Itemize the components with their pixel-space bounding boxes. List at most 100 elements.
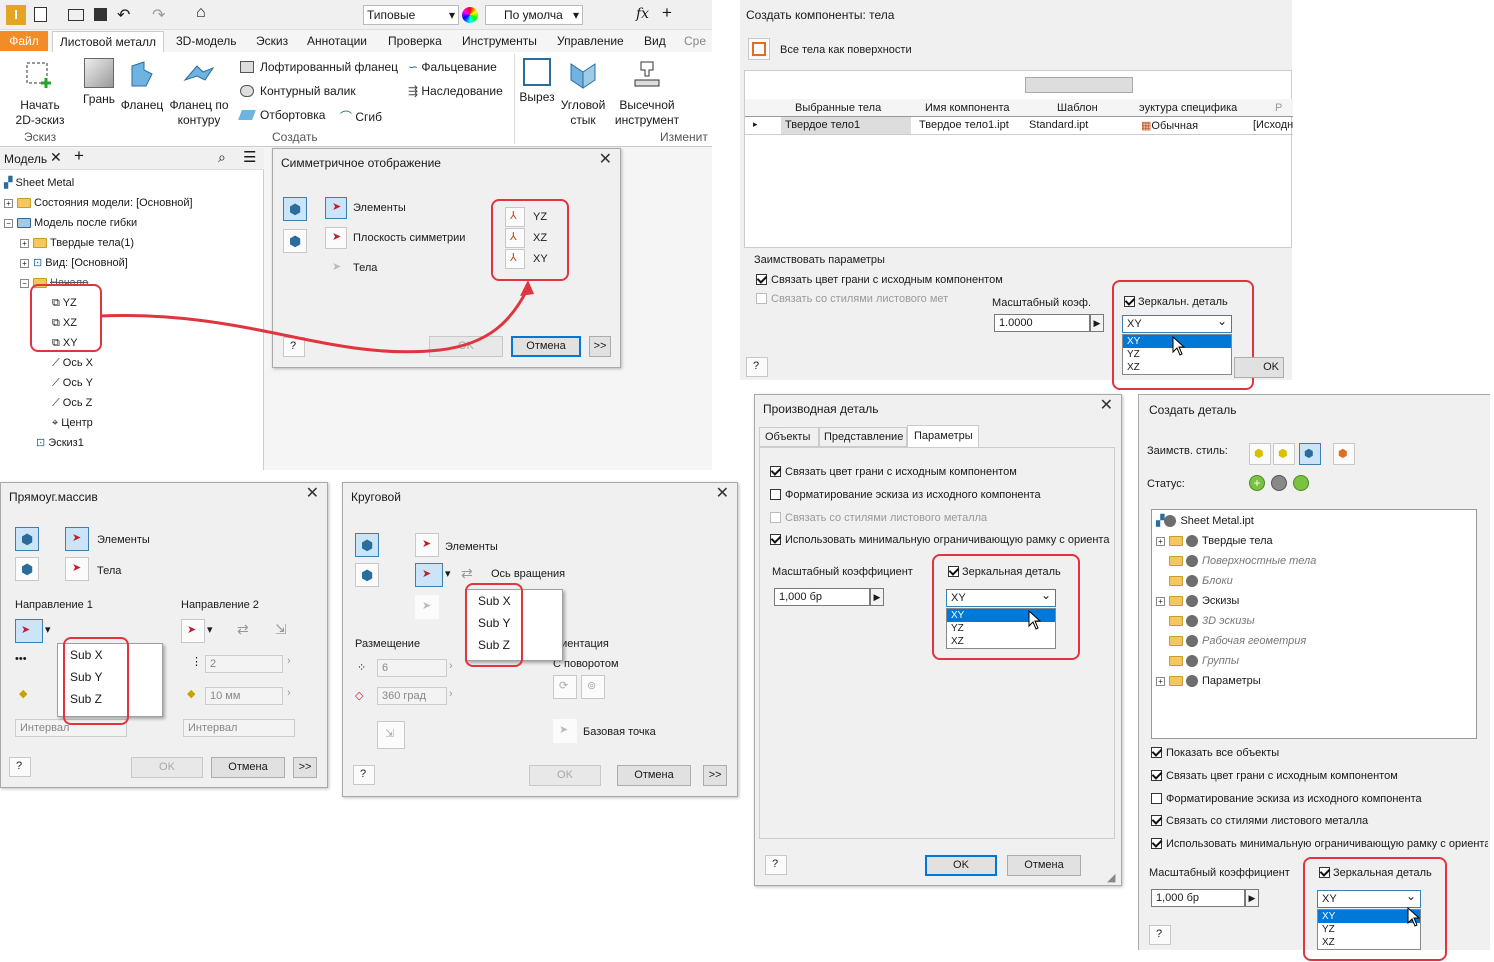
ribbon-tab-manage[interactable]: Управление	[557, 34, 624, 48]
tree-item-blocks[interactable]: Блоки	[1169, 572, 1233, 590]
pattern-features-mode[interactable]: ⬢	[355, 533, 379, 557]
tab-parameters[interactable]: Параметры	[907, 425, 979, 448]
spacing2-arrow-icon[interactable]: ›	[287, 687, 291, 699]
tree-item-solid-bodies[interactable]: + Твердые тела	[1156, 532, 1273, 550]
link-face-color-checkbox[interactable]	[770, 466, 781, 477]
open-folder-icon[interactable]	[68, 9, 84, 21]
expand-icon[interactable]: +	[4, 198, 13, 208]
resize-grip-icon[interactable]: ◢	[1107, 871, 1115, 884]
cell-template[interactable]: Standard.ipt	[1025, 117, 1133, 133]
scale-arrow-button[interactable]: ▶	[1090, 314, 1104, 332]
punch-tool-button[interactable]: Высечной инструмент	[612, 58, 682, 128]
cancel-button[interactable]: Отмена	[211, 757, 285, 778]
direction1-selector[interactable]: ➤	[15, 619, 43, 643]
bend-button[interactable]: ⌒ Сгиб	[340, 108, 382, 125]
status-mixed-icon[interactable]	[1293, 475, 1309, 491]
min-bounding-box-checkbox[interactable]	[1151, 838, 1162, 849]
scale-input[interactable]: 1,000 бр	[1151, 889, 1245, 907]
browser-item-center-point[interactable]: ⌖ Центр	[52, 414, 93, 432]
ok-button[interactable]: OK	[1234, 357, 1284, 378]
all-bodies-surfaces-button[interactable]	[748, 38, 770, 60]
cell-body[interactable]: Твердое тело1	[781, 117, 911, 134]
corner-seam-button[interactable]: Угловой стык	[558, 58, 608, 128]
close-icon[interactable]: ✕	[1100, 398, 1113, 414]
bodies-selector[interactable]: ➤	[325, 257, 347, 279]
expand-icon[interactable]: +	[20, 258, 29, 268]
fold-button[interactable]: ∽ Фальцевание	[408, 60, 497, 74]
ribbon-tab-sheet-metal[interactable]: Листовой металл	[52, 31, 164, 52]
tree-item-surface-bodies[interactable]: Поверхностные тела	[1169, 552, 1316, 570]
hem-button[interactable]: Отбортовка	[238, 108, 325, 122]
cancel-button[interactable]: Отмена	[511, 336, 581, 357]
browser-item-sketch1[interactable]: ⊡ Эскиз1	[36, 434, 84, 452]
add-tab-icon[interactable]: +	[74, 146, 84, 166]
browser-item-axis-x[interactable]: ⟋ Ось X	[52, 354, 93, 372]
cancel-button[interactable]: Отмена	[1007, 855, 1081, 876]
status-include-icon[interactable]: +	[1249, 475, 1265, 491]
features-selector[interactable]: ➤	[65, 527, 89, 551]
midplane-button[interactable]: ⇲	[377, 721, 405, 749]
browser-tab-model[interactable]: Модель	[4, 152, 47, 166]
mirror-bodies-mode[interactable]: ⬢	[283, 229, 307, 253]
ok-button[interactable]: OK	[131, 757, 203, 778]
link-face-color-checkbox[interactable]	[756, 274, 767, 285]
ribbon-tab-environments[interactable]: Сре	[684, 34, 706, 48]
scale-input[interactable]: 1,000 бр	[774, 588, 870, 606]
face-button[interactable]: Грань	[80, 58, 118, 107]
direction2-dropdown-arrow-icon[interactable]: ▾	[207, 623, 213, 636]
collapse-icon[interactable]: −	[4, 218, 13, 228]
menu-icon[interactable]: ☰	[243, 148, 256, 166]
count2-arrow-icon[interactable]: ›	[287, 655, 291, 667]
more-button[interactable]: >>	[589, 336, 611, 357]
style-mesh-button[interactable]: ⬢	[1333, 443, 1355, 465]
close-icon[interactable]: ✕	[716, 486, 729, 502]
more-button[interactable]: >>	[703, 765, 727, 786]
flip-icon[interactable]: ⇄	[237, 621, 249, 638]
style-source-button[interactable]: ⬢	[1249, 443, 1271, 465]
ribbon-tab-3d-model[interactable]: 3D-модель	[176, 34, 237, 48]
scale-arrow-button[interactable]: ▶	[870, 588, 884, 606]
tree-item-3d-sketches[interactable]: 3D эскизы	[1169, 612, 1255, 630]
tree-item-parameters[interactable]: + Параметры	[1156, 672, 1261, 690]
ribbon-tab-tools[interactable]: Инструменты	[462, 34, 537, 48]
help-button[interactable]: ?	[1149, 925, 1171, 945]
undo-icon[interactable]: ↶	[117, 5, 130, 25]
cut-button[interactable]: Вырез	[518, 58, 556, 105]
direction1-dropdown-arrow-icon[interactable]: ▾	[45, 623, 51, 636]
ribbon-tab-annotate[interactable]: Аннотации	[307, 34, 367, 48]
help-button[interactable]: ?	[765, 855, 787, 875]
browser-item-sheet-metal[interactable]: ▞ Sheet Metal	[4, 174, 74, 192]
direction2-spacing-input[interactable]: 10 мм	[205, 687, 283, 705]
start-sketch-button[interactable]: Начать 2D-эскиз	[8, 58, 72, 128]
cell-component-name[interactable]: Твердое тело1.ipt	[915, 117, 1023, 133]
scale-arrow-button[interactable]: ▶	[1245, 889, 1259, 907]
show-all-objects-checkbox[interactable]	[1151, 747, 1162, 758]
axis-dropdown-arrow-icon[interactable]: ▾	[445, 567, 451, 580]
appearance-select[interactable]: По умолча ▾	[485, 5, 583, 25]
bodies-selector[interactable]: ➤	[65, 557, 89, 581]
browser-item-solid-bodies[interactable]: + Твердые тела(1)	[20, 234, 134, 252]
bodies-selector[interactable]: ➤	[415, 595, 439, 619]
link-sheet-metal-styles-checkbox[interactable]	[770, 512, 781, 523]
fx-icon[interactable]: fx	[636, 6, 649, 22]
derive-button[interactable]: ⇶ Наследование	[408, 84, 503, 98]
features-selector[interactable]: ➤	[325, 197, 347, 219]
help-button[interactable]: ?	[353, 765, 375, 785]
status-exclude-icon[interactable]	[1271, 475, 1287, 491]
plus-icon[interactable]: +	[662, 3, 672, 23]
sketch-format-checkbox[interactable]	[1151, 793, 1162, 804]
rotation-axis-selector[interactable]: ➤	[415, 563, 443, 587]
midplane-icon[interactable]: ⇲	[275, 621, 287, 638]
close-icon[interactable]: ✕	[306, 486, 319, 502]
help-button[interactable]: ?	[746, 357, 768, 377]
ok-button[interactable]: OK	[925, 855, 997, 876]
home-icon[interactable]: ⌂	[196, 4, 206, 22]
help-button[interactable]: ?	[9, 757, 31, 777]
count-arrow-icon[interactable]: ›	[449, 660, 453, 672]
mirror-features-mode[interactable]: ⬢	[283, 197, 307, 221]
min-bounding-box-checkbox[interactable]	[770, 534, 781, 545]
link-sheet-metal-styles-checkbox[interactable]	[756, 293, 767, 304]
ribbon-tab-file[interactable]: Файл	[0, 31, 48, 51]
browser-item-view[interactable]: + ⊡ Вид: [Основной]	[20, 254, 128, 272]
browser-item-folded-model[interactable]: − Модель после гибки	[4, 214, 137, 232]
